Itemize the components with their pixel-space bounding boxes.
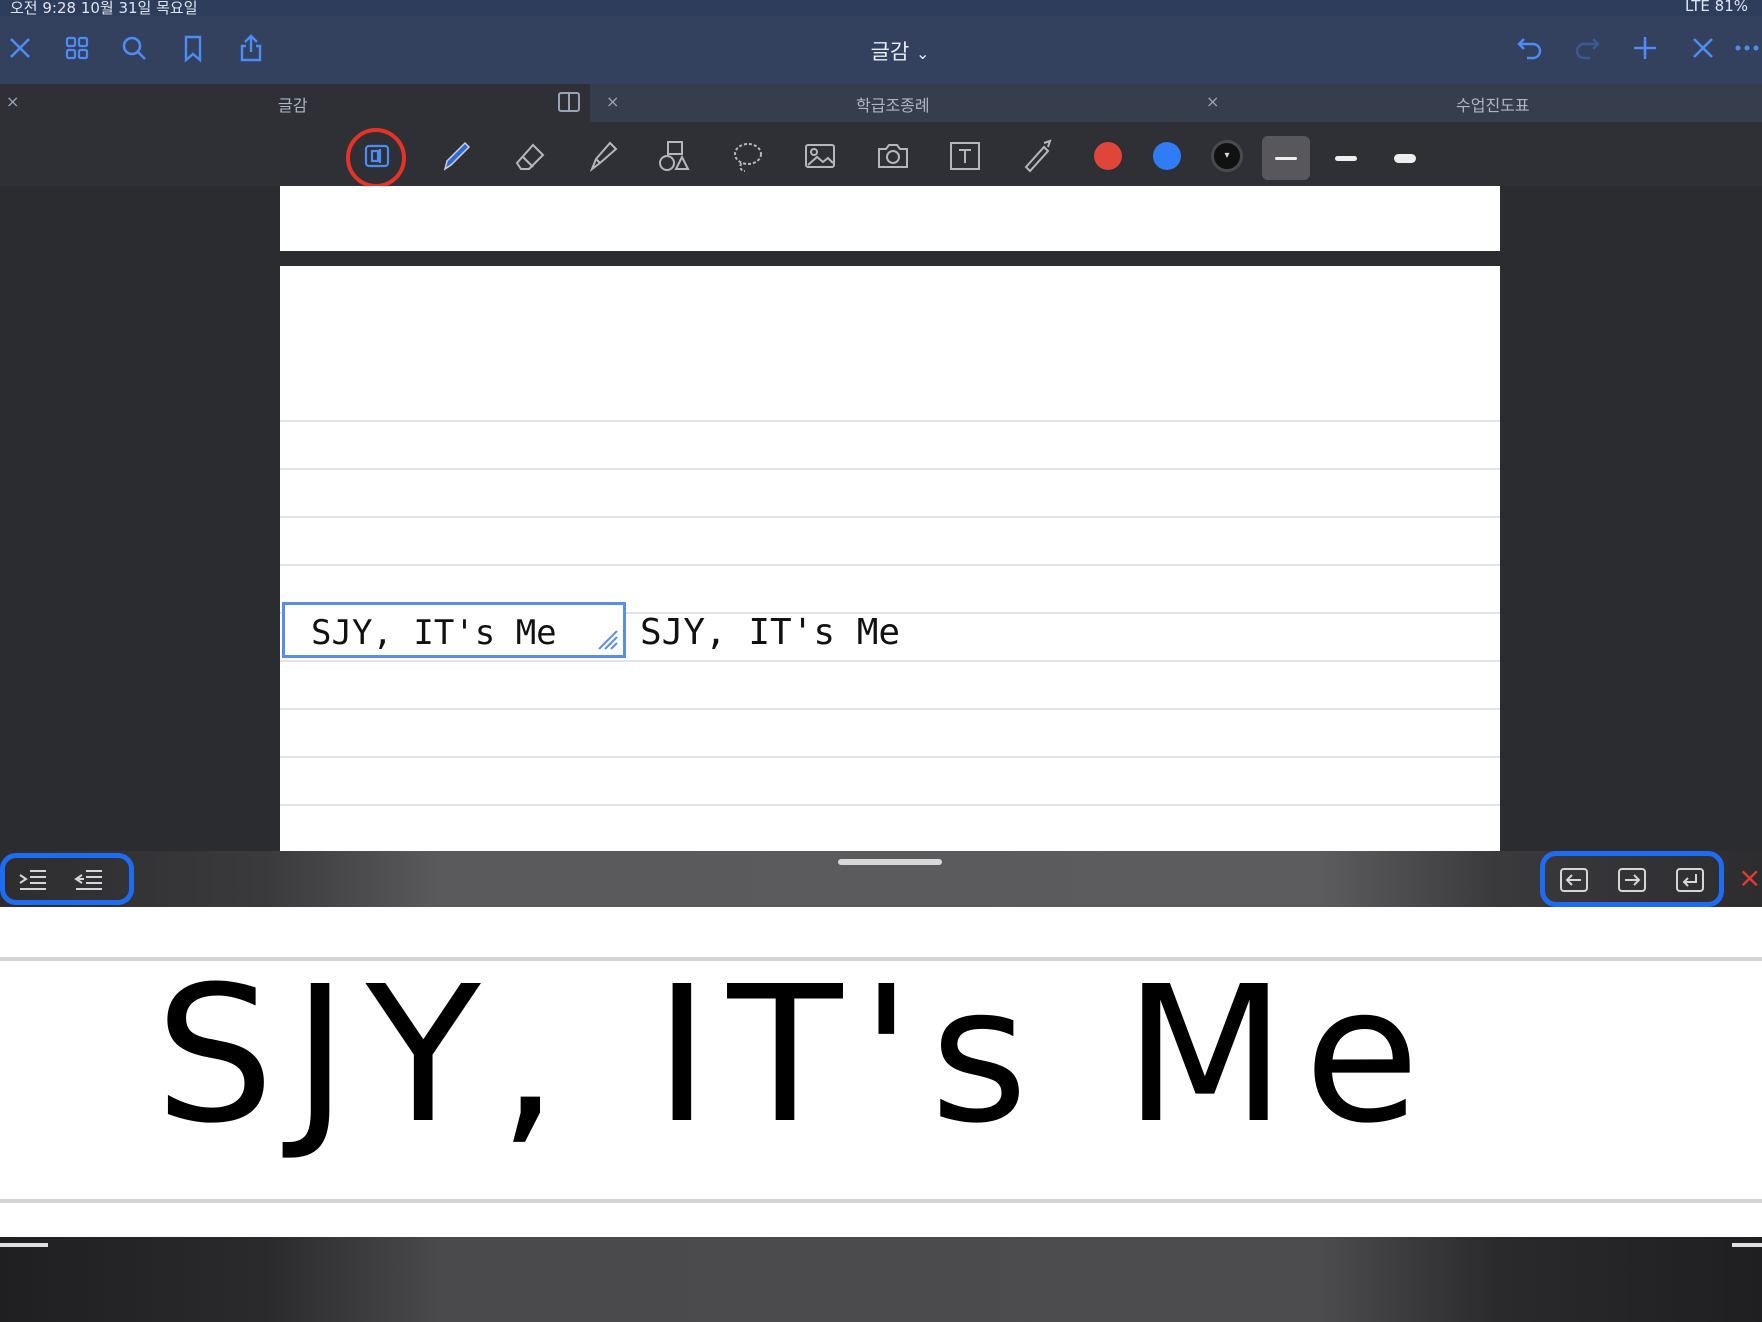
grid-icon[interactable] — [59, 30, 95, 66]
bookmark-icon[interactable] — [175, 30, 211, 66]
indent-icon[interactable] — [16, 865, 50, 895]
arrow-left-icon[interactable] — [1557, 865, 1591, 895]
color-swatch-blue[interactable] — [1153, 142, 1181, 170]
handwriting-strokes: SJY, IT's Me — [155, 946, 1438, 1165]
page-rule — [280, 468, 1500, 470]
tab-close-icon[interactable]: × — [6, 92, 19, 111]
shapes-icon[interactable] — [653, 134, 697, 178]
camera-icon[interactable] — [871, 134, 915, 178]
page-rule — [280, 756, 1500, 758]
bottom-area — [0, 1237, 1762, 1322]
return-icon[interactable] — [1673, 865, 1707, 895]
redo-icon[interactable] — [1569, 30, 1605, 66]
lasso-icon[interactable] — [726, 134, 770, 178]
chevron-down-icon: ▾ — [1224, 150, 1230, 161]
search-icon[interactable] — [116, 30, 152, 66]
stroke-thin-button[interactable] — [1262, 136, 1310, 180]
page-rule — [280, 660, 1500, 662]
outdent-icon[interactable] — [72, 865, 106, 895]
tab-bar: × 글감 × 학급조종례 × 수업진도표 — [0, 84, 1762, 122]
red-highlight-annotation — [346, 128, 406, 188]
chevron-down-icon: ⌄ — [915, 44, 930, 63]
edge-indicator — [0, 1243, 48, 1247]
handwriting-input-area[interactable]: SJY, IT's Me — [0, 907, 1762, 1237]
arrow-right-icon[interactable] — [1615, 865, 1649, 895]
status-bar: 오전 9:28 10월 31일 목요일 LTE 81% — [0, 0, 1762, 17]
tab-label: 학급조종례 — [856, 96, 930, 115]
close-panel-icon[interactable]: × — [1738, 861, 1761, 894]
tab-class-meeting[interactable]: × 학급조종례 — [600, 84, 1190, 122]
document-title-dropdown[interactable]: 글감 ⌄ — [820, 36, 980, 66]
document-title: 글감 — [870, 40, 910, 64]
stroke-thick-button[interactable] — [1381, 136, 1429, 180]
tab-lesson-progress[interactable]: × 수업진도표 — [1200, 84, 1762, 122]
split-view-icon[interactable] — [558, 92, 580, 112]
handwriting-text: SJY, IT's Me — [640, 612, 901, 653]
share-icon[interactable] — [233, 30, 269, 66]
edge-indicator — [1732, 1243, 1762, 1247]
tab-close-icon[interactable]: × — [1206, 92, 1219, 111]
text-box-icon[interactable] — [943, 134, 987, 178]
color-swatch-black[interactable]: ▾ — [1211, 140, 1243, 172]
drawing-toolbar: ▾ — [0, 122, 1762, 188]
tab-label: 글감 — [278, 96, 308, 115]
more-icon[interactable] — [1732, 30, 1762, 66]
highlighter-icon[interactable] — [581, 134, 625, 178]
eraser-icon[interactable] — [508, 134, 552, 178]
close-icon[interactable] — [2, 30, 38, 66]
tab-close-icon[interactable]: × — [606, 92, 619, 111]
writing-guide-line — [0, 1199, 1762, 1203]
input-panel-toolbar: × — [0, 851, 1762, 907]
image-icon[interactable] — [798, 134, 842, 178]
page-rule — [280, 420, 1500, 422]
page-rule — [280, 516, 1500, 518]
panel-grabber[interactable] — [838, 859, 942, 865]
previous-page — [280, 186, 1500, 251]
laser-pointer-icon[interactable] — [1015, 134, 1059, 178]
selected-handwriting-box[interactable]: SJY, IT's Me — [282, 602, 626, 658]
selected-handwriting-text: SJY, IT's Me — [311, 613, 557, 653]
undo-icon[interactable] — [1512, 30, 1548, 66]
pen-icon[interactable] — [434, 134, 478, 178]
stroke-medium-button[interactable] — [1322, 136, 1370, 180]
plus-icon[interactable] — [1627, 30, 1663, 66]
page-rule — [280, 564, 1500, 566]
notebook-page[interactable]: SJY, IT's Me SJY, IT's Me — [280, 266, 1500, 851]
tab-label: 수업진도표 — [1456, 96, 1530, 115]
resize-handle-icon[interactable] — [595, 627, 619, 651]
close-icon[interactable] — [1685, 30, 1721, 66]
tab-geulgam[interactable]: × 글감 — [0, 84, 590, 122]
page-rule — [280, 708, 1500, 710]
color-swatch-red[interactable] — [1094, 142, 1122, 170]
page-rule — [280, 804, 1500, 806]
status-indicators: LTE 81% — [1684, 0, 1748, 15]
top-navigation-bar: 글감 ⌄ — [0, 16, 1762, 84]
